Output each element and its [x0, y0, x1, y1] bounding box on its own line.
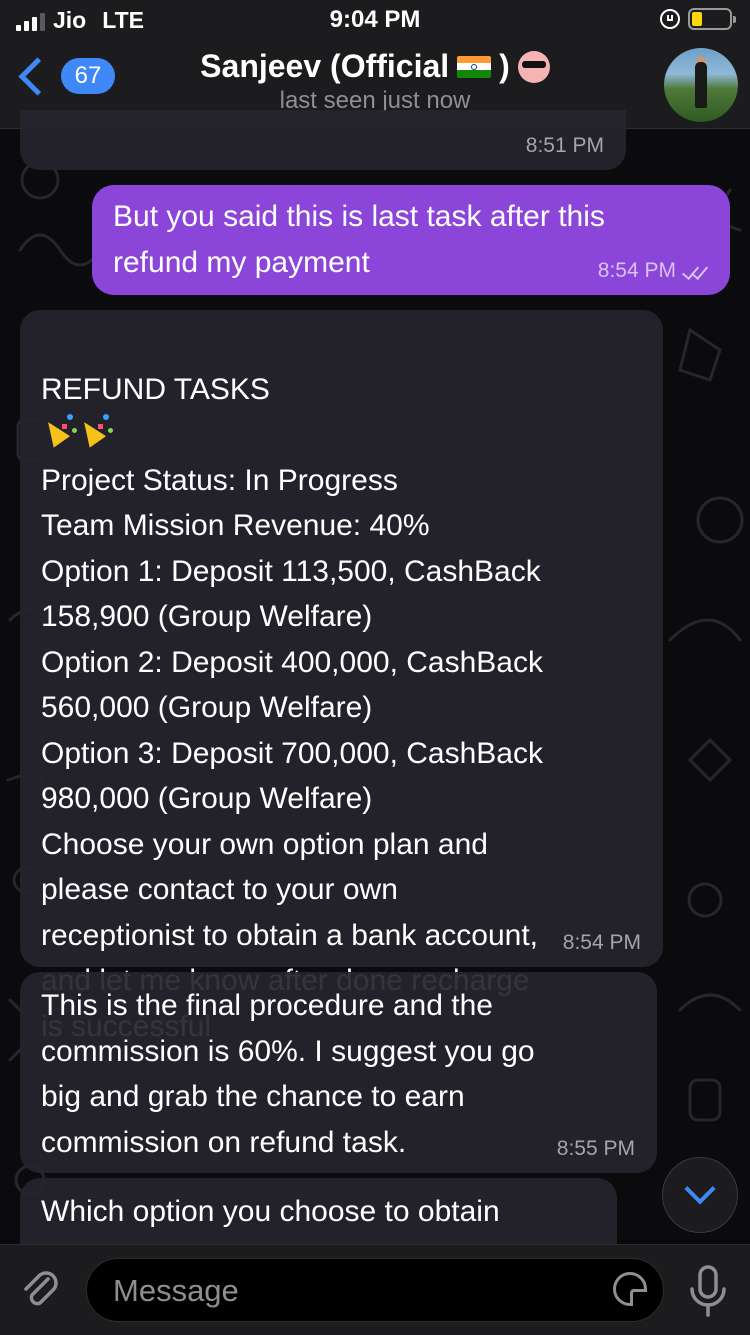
party-popper-icon — [75, 412, 113, 448]
attach-icon[interactable] — [20, 1267, 60, 1311]
message-input[interactable] — [111, 1259, 595, 1323]
contact-avatar[interactable] — [664, 48, 738, 122]
message-bubble-outgoing[interactable]: But you said this is last task after thi… — [92, 185, 730, 295]
party-popper-icon — [39, 412, 77, 448]
back-chevron-icon — [18, 56, 57, 96]
contact-name-text: Sanjeev (Official — [200, 48, 450, 84]
message-bubble-incoming[interactable]: This is the final procedure and the comm… — [20, 972, 657, 1173]
message-meta: 8:54 PM — [597, 259, 709, 283]
clock: 9:04 PM — [329, 6, 421, 33]
contact-name-suffix: ) — [499, 48, 510, 84]
status-bar: Jio LTE 9:04 PM — [0, 0, 750, 40]
sunglasses-emoji-icon — [517, 50, 550, 83]
message-time: 8:54 PM — [562, 931, 641, 954]
sticker-icon[interactable] — [613, 1272, 647, 1306]
message-time: 8:54 PM — [597, 259, 676, 282]
message-title-line: REFUND TASKS — [39, 321, 643, 458]
message-text: Which option you choose to obtain — [41, 1195, 500, 1228]
message-text: Project Status: In Progress Team Mission… — [41, 463, 543, 1043]
chat-title-area[interactable]: Sanjeev (Official ) last seen just now — [110, 48, 640, 115]
double-check-icon — [681, 261, 709, 281]
status-right — [660, 8, 736, 30]
microphone-icon[interactable] — [686, 1263, 730, 1319]
india-flag-icon — [457, 55, 492, 78]
message-input-bar — [0, 1244, 750, 1335]
message-text: This is the final procedure and the comm… — [41, 989, 535, 1159]
message-bubble-incoming[interactable]: REFUND TASKS Project Status: In Progress… — [20, 310, 663, 1043]
scroll-down-icon — [684, 1173, 716, 1205]
contact-name: Sanjeev (Official ) — [200, 48, 550, 85]
message-field[interactable] — [86, 1258, 664, 1323]
scroll-down-button[interactable] — [662, 1157, 738, 1233]
message-title: REFUND TASKS — [41, 372, 270, 406]
lock-rotation-icon — [660, 9, 680, 29]
message-time: 8:51 PM — [525, 134, 604, 157]
battery-icon — [688, 8, 736, 30]
back-button[interactable]: 67 — [14, 56, 115, 96]
message-time: 8:55 PM — [556, 1137, 635, 1160]
unread-count-badge: 67 — [61, 58, 115, 94]
message-bubble-incoming[interactable]: 8:51 PM — [20, 110, 626, 170]
